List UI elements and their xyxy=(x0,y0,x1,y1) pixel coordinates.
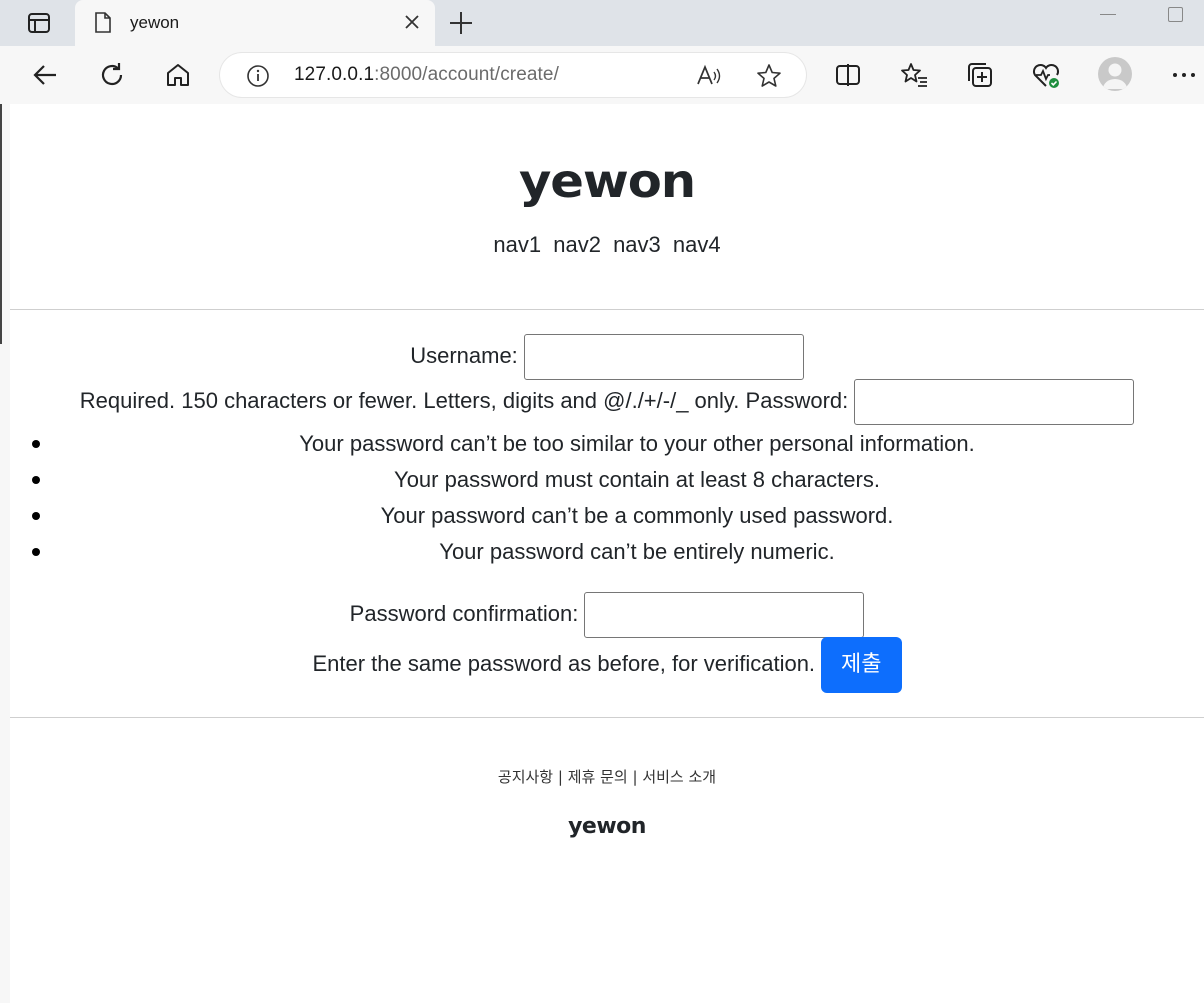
minimize-button[interactable] xyxy=(1100,14,1116,15)
profile-avatar[interactable] xyxy=(1098,57,1132,91)
more-icon[interactable] xyxy=(1168,59,1200,91)
tab-actions-icon[interactable] xyxy=(26,10,52,36)
url-host: 127.0.0.1 xyxy=(294,64,375,85)
close-tab-icon[interactable] xyxy=(402,12,422,32)
star-icon[interactable] xyxy=(756,63,782,89)
nav-item-3[interactable]: nav3 xyxy=(613,232,661,257)
list-item: Your password can’t be a commonly used p… xyxy=(10,498,1204,534)
username-row: Username: xyxy=(10,334,1204,380)
site-nav: nav1 nav2 nav3 nav4 xyxy=(10,232,1204,258)
home-icon[interactable] xyxy=(162,59,194,91)
footer-link-about[interactable]: 서비스 소개 xyxy=(642,768,716,786)
password-rules-list: Your password can’t be too similar to yo… xyxy=(10,426,1204,570)
browser-essentials-icon[interactable] xyxy=(1030,59,1062,91)
browser-toolbar: 127.0.0.1:8000/account/create/ xyxy=(0,46,1204,104)
collections-icon[interactable] xyxy=(964,59,996,91)
favorites-icon[interactable] xyxy=(898,59,930,91)
footer-logo: yewon xyxy=(568,814,646,839)
nav-item-4[interactable]: nav4 xyxy=(673,232,721,257)
password-rule: Your password can’t be too similar to yo… xyxy=(299,431,975,456)
window-edge xyxy=(0,104,10,1003)
footer-separator: | xyxy=(557,768,563,786)
refresh-icon[interactable] xyxy=(96,59,128,91)
profile-icon xyxy=(1103,63,1127,89)
confirm-row: Password confirmation: xyxy=(10,592,1204,638)
tab-strip: yewon xyxy=(0,0,1204,46)
password-input[interactable] xyxy=(854,379,1135,425)
footer-link-notice[interactable]: 공지사항 xyxy=(498,768,553,786)
header-divider xyxy=(10,309,1204,310)
password-rule: Your password must contain at least 8 ch… xyxy=(394,467,880,492)
confirm-help-text: Enter the same password as before, for v… xyxy=(312,650,816,676)
maximize-button[interactable] xyxy=(1168,7,1183,22)
nav-item-1[interactable]: nav1 xyxy=(493,232,541,257)
confirm-help-row: Enter the same password as before, for v… xyxy=(10,637,1204,693)
password-confirm-input[interactable] xyxy=(584,592,865,638)
password-rule: Your password can’t be entirely numeric. xyxy=(439,539,835,564)
username-input[interactable] xyxy=(523,334,804,380)
site-logo[interactable]: yewon xyxy=(0,154,1204,208)
submit-button[interactable]: 제출 xyxy=(821,637,902,693)
username-help-text: Required. 150 characters or fewer. Lette… xyxy=(79,387,740,413)
password-label: Password: xyxy=(745,387,849,413)
read-aloud-icon[interactable] xyxy=(696,64,722,88)
nav-item-2[interactable]: nav2 xyxy=(553,232,601,257)
info-icon[interactable] xyxy=(246,64,270,88)
list-item: Your password must contain at least 8 ch… xyxy=(10,462,1204,498)
footer-links: 공지사항 | 제휴 문의 | 서비스 소개 xyxy=(10,766,1204,787)
new-tab-icon[interactable] xyxy=(448,10,474,36)
confirm-label: Password confirmation: xyxy=(349,600,579,626)
split-screen-icon[interactable] xyxy=(832,59,864,91)
tab-title: yewon xyxy=(130,13,180,32)
username-label: Username: xyxy=(410,342,518,368)
url-path: :8000/account/create/ xyxy=(374,64,559,85)
password-rule: Your password can’t be a commonly used p… xyxy=(380,503,894,528)
web-page: yewon nav1 nav2 nav3 nav4 Username: Requ… xyxy=(10,104,1204,1003)
footer-link-partnership[interactable]: 제휴 문의 xyxy=(568,768,628,786)
browser-tab[interactable]: yewon xyxy=(75,0,435,46)
footer-separator: | xyxy=(632,768,638,786)
url-text[interactable]: 127.0.0.1:8000/account/create/ xyxy=(294,64,559,86)
list-item: Your password can’t be entirely numeric. xyxy=(10,534,1204,570)
footer-divider xyxy=(10,717,1204,718)
page-icon xyxy=(95,12,111,33)
list-item: Your password can’t be too similar to yo… xyxy=(10,426,1204,462)
password-row: Required. 150 characters or fewer. Lette… xyxy=(10,379,1204,425)
address-bar[interactable]: 127.0.0.1:8000/account/create/ xyxy=(220,53,806,97)
arrow-left-icon[interactable] xyxy=(30,59,62,91)
